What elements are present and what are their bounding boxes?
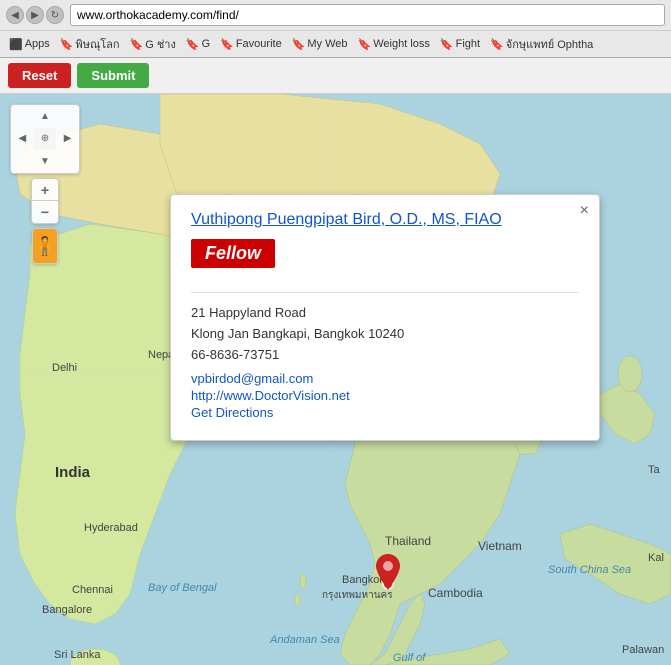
popup-website-link[interactable]: http://www.DoctorVision.net [191,388,579,403]
popup-doctor-name[interactable]: Vuthipong Puengpipat Bird, O.D., MS, FIA… [191,211,579,229]
bookmark-1[interactable]: 🔖 พิษณุโลก [57,34,123,54]
popup-address: 21 Happyland Road Klong Jan Bangkapi, Ba… [191,303,579,365]
pan-ne [56,105,79,128]
submit-button[interactable]: Submit [77,63,149,88]
pan-center: ⊕ [34,128,57,151]
fellow-badge: Fellow [191,239,275,268]
bookmark-ophtha[interactable]: 🔖 จักษุแพทย์ Ophtha [487,34,596,54]
bookmark-2[interactable]: 🔖 G ช่าง [127,34,179,54]
map-container[interactable]: India Delhi Nepal Hyderabad Chennai Bang… [0,94,671,665]
popup-close-button[interactable]: × [580,203,589,219]
zoom-controls: + − [31,178,59,224]
browser-chrome: ◀ ▶ ↻ ⬛ Apps 🔖 พิษณุโลก 🔖 G ช่าง 🔖 G 🔖 F… [0,0,671,58]
pan-control: ▲ ◀ ⊕ ▶ ▼ [10,104,80,174]
street-view-button[interactable]: 🧍 [32,228,58,264]
forward-button[interactable]: ▶ [26,6,44,24]
map-controls: ▲ ◀ ⊕ ▶ ▼ + − 🧍 [10,104,80,264]
pan-sw [11,150,34,173]
action-bar: Reset Submit [0,58,671,94]
bookmark-4[interactable]: 🔖 Favourite [217,37,285,52]
bookmark-3[interactable]: 🔖 G [183,37,213,52]
popup-email-link[interactable]: vpbirdod@gmail.com [191,371,579,386]
bookmark-fight[interactable]: 🔖 Fight [437,37,483,52]
address-bar[interactable] [70,4,665,26]
browser-toolbar: ◀ ▶ ↻ [0,0,671,30]
bookmark-5[interactable]: 🔖 My Web [289,37,351,52]
pan-nw [11,105,34,128]
pan-n[interactable]: ▲ [34,105,57,128]
pan-s[interactable]: ▼ [34,150,57,173]
back-button[interactable]: ◀ [6,6,24,24]
popup-divider [191,292,579,293]
map-pin-bangkok[interactable] [376,554,400,593]
nav-buttons: ◀ ▶ ↻ [6,6,64,24]
refresh-button[interactable]: ↻ [46,6,64,24]
pan-w[interactable]: ◀ [11,128,34,151]
bookmark-apps[interactable]: ⬛ Apps [6,37,53,52]
zoom-in-button[interactable]: + [32,179,58,201]
popup-directions-link[interactable]: Get Directions [191,405,579,420]
pan-se [56,150,79,173]
info-popup: × Vuthipong Puengpipat Bird, O.D., MS, F… [170,194,600,441]
bookmarks-bar: ⬛ Apps 🔖 พิษณุโลก 🔖 G ช่าง 🔖 G 🔖 Favouri… [0,30,671,57]
reset-button[interactable]: Reset [8,63,71,88]
zoom-out-button[interactable]: − [32,201,58,223]
bookmark-weight-loss[interactable]: 🔖 Weight loss [355,37,433,52]
pan-e[interactable]: ▶ [56,128,79,151]
